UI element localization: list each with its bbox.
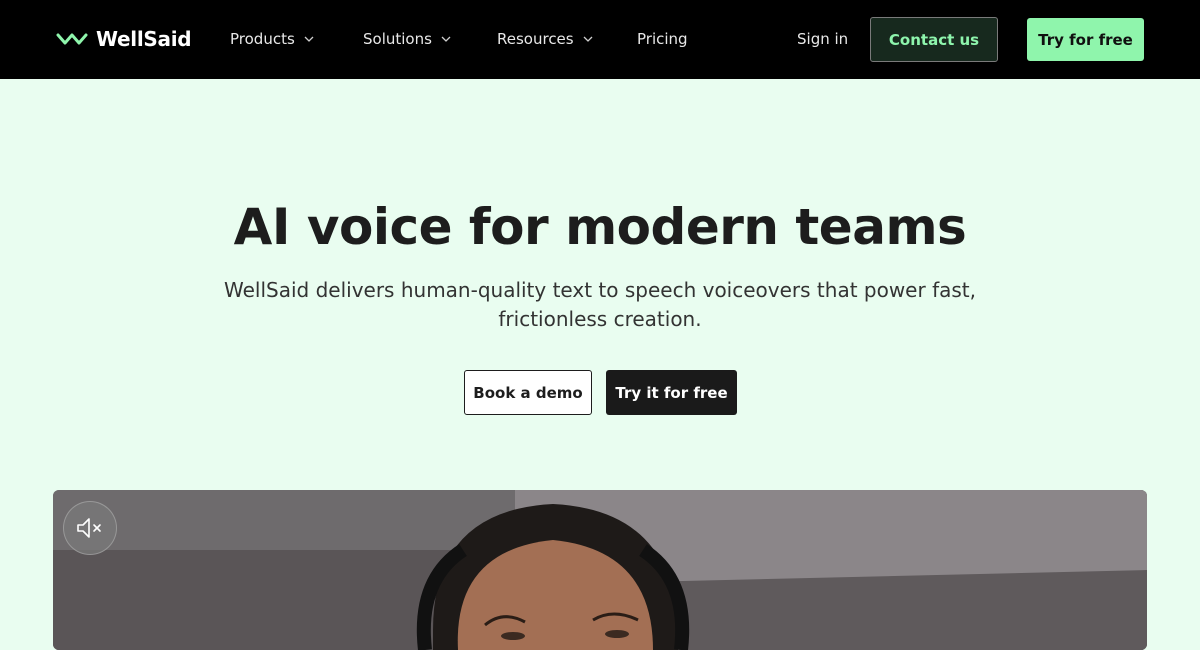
nav-products[interactable]: Products (230, 28, 314, 50)
book-demo-button[interactable]: Book a demo (464, 370, 592, 415)
nav-resources-label: Resources (497, 30, 574, 48)
hero-subtitle: WellSaid delivers human-quality text to … (224, 278, 976, 331)
try-it-free-button[interactable]: Try it for free (606, 370, 737, 415)
try-for-free-button[interactable]: Try for free (1027, 18, 1144, 61)
wellsaid-mark-icon (56, 33, 88, 45)
sign-in-link[interactable]: Sign in (797, 28, 848, 50)
chevron-down-icon (304, 36, 314, 42)
hero-video[interactable] (53, 490, 1147, 650)
nav-solutions[interactable]: Solutions (363, 28, 451, 50)
chevron-down-icon (441, 36, 451, 42)
wellsaid-logo[interactable]: WellSaid (56, 26, 192, 52)
contact-us-button[interactable]: Contact us (870, 17, 998, 62)
chevron-down-icon (583, 36, 593, 42)
top-navigation: WellSaid Products Solutions Resources Pr… (0, 0, 1200, 79)
sign-in-label: Sign in (797, 30, 849, 48)
nav-products-label: Products (230, 30, 295, 48)
speaker-muted-icon (77, 518, 101, 538)
nav-solutions-label: Solutions (363, 30, 432, 48)
video-frame-image (53, 490, 1147, 650)
nav-resources[interactable]: Resources (497, 28, 593, 50)
nav-pricing[interactable]: Pricing (637, 28, 688, 50)
brand-name: WellSaid (96, 27, 192, 51)
nav-pricing-label: Pricing (637, 30, 688, 48)
mute-toggle-button[interactable] (63, 501, 117, 555)
hero-title: AI voice for modern teams (233, 198, 967, 256)
